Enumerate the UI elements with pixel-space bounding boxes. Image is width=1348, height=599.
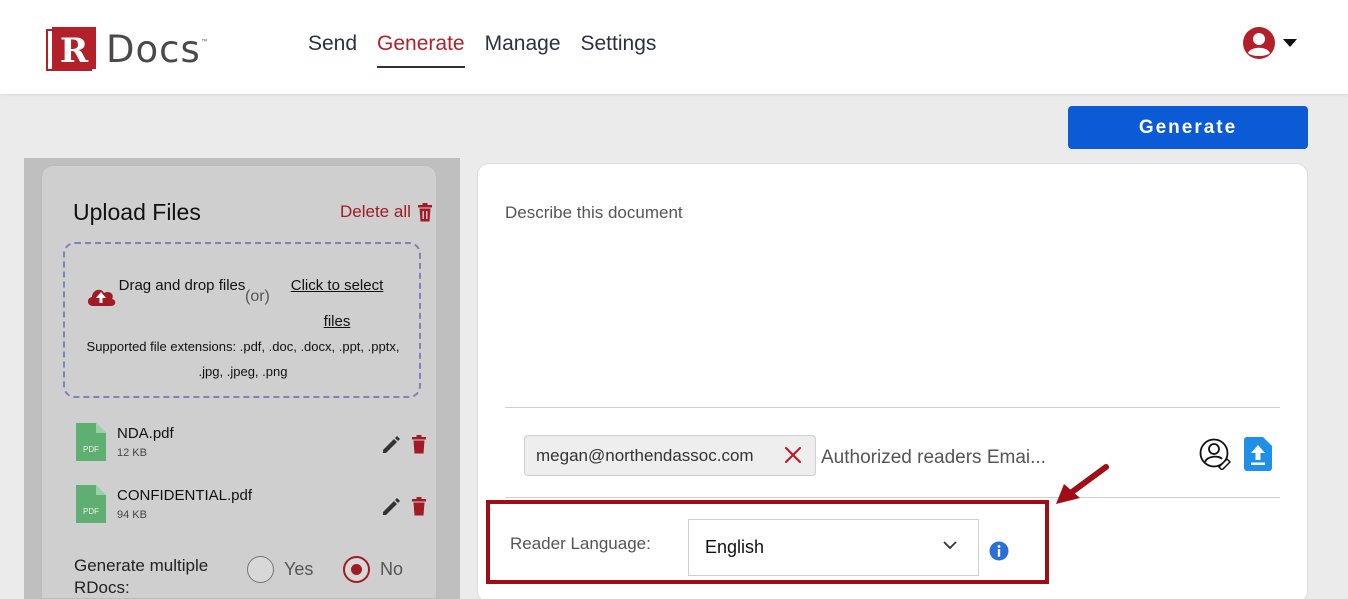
divider [505,497,1280,498]
file-dropzone[interactable]: Drag and drop files (or) Click to select… [63,242,421,398]
nav-manage[interactable]: Manage [485,32,561,68]
app-header: R Docs ™ Send Generate Manage Settings [0,0,1348,94]
rdocs-logo[interactable]: R Docs ™ [46,24,231,74]
main-nav: Send Generate Manage Settings [308,32,656,68]
file-name: NDA.pdf [117,425,174,442]
rdocs-logo-mark: R [46,27,96,71]
supported-extensions-text: Supported file extensions: .pdf, .doc, .… [86,339,400,379]
radio-circle[interactable] [343,556,370,583]
user-edit-icon[interactable] [1199,438,1231,470]
upload-file-icon[interactable] [1244,437,1272,471]
pencil-icon[interactable] [381,435,401,455]
user-menu[interactable] [1242,26,1298,60]
reader-email: megan@northendassoc.com [536,445,754,465]
svg-text:R: R [60,31,89,71]
cloud-upload-icon [87,289,116,306]
upload-title: Upload Files [73,199,201,225]
authorized-readers-input[interactable] [821,447,1171,469]
highlight-box [486,500,1049,584]
file-item: PDF CONFIDENTIAL.pdf 94 KB [73,485,433,529]
caret-down-icon [1283,39,1297,47]
delete-all-label: Delete all [340,202,411,221]
radio-no[interactable]: No [343,556,403,583]
delete-all-button[interactable]: Delete all [340,202,433,222]
divider [505,407,1280,408]
radio-yes-label: Yes [284,559,314,579]
drag-drop-text: Drag and drop files [118,277,246,294]
file-size: 94 KB [117,509,147,521]
radio-yes[interactable]: Yes [247,556,313,583]
pencil-icon[interactable] [381,497,401,517]
nav-settings[interactable]: Settings [581,32,657,68]
file-size: 12 KB [117,447,147,459]
pdf-file-icon: PDF [76,423,106,461]
nav-generate[interactable]: Generate [377,32,465,68]
close-icon[interactable] [783,445,803,465]
file-name: CONFIDENTIAL.pdf [117,487,253,504]
svg-text:PDF: PDF [83,507,99,516]
rdocs-logo-text: Docs ™ [106,27,210,71]
reader-email-chip: megan@northendassoc.com [524,435,816,476]
generate-button[interactable]: Generate [1068,106,1308,149]
radio-circle[interactable] [247,556,274,583]
account-circle-icon [1243,27,1275,59]
svg-text:PDF: PDF [83,445,99,454]
generate-multiple-label: Generate multiple RDocs: [74,556,209,597]
trash-icon[interactable] [411,435,427,454]
or-text: (or) [245,288,270,305]
file-item: PDF NDA.pdf 12 KB [73,423,433,467]
describe-document-textarea[interactable]: Describe this document [505,203,683,223]
annotation-arrow-icon [1056,464,1109,504]
upload-panel: Upload Files Delete all Drag and drop fi… [41,165,437,599]
radio-no-label: No [380,559,404,579]
upload-panel-backdrop: Upload Files Delete all Drag and drop fi… [24,158,460,599]
click-to-select-link[interactable]: Click to select files [279,268,395,340]
trash-icon[interactable] [411,497,427,516]
pdf-file-icon: PDF [76,485,106,523]
nav-send[interactable]: Send [308,32,357,68]
trash-icon [417,202,432,221]
